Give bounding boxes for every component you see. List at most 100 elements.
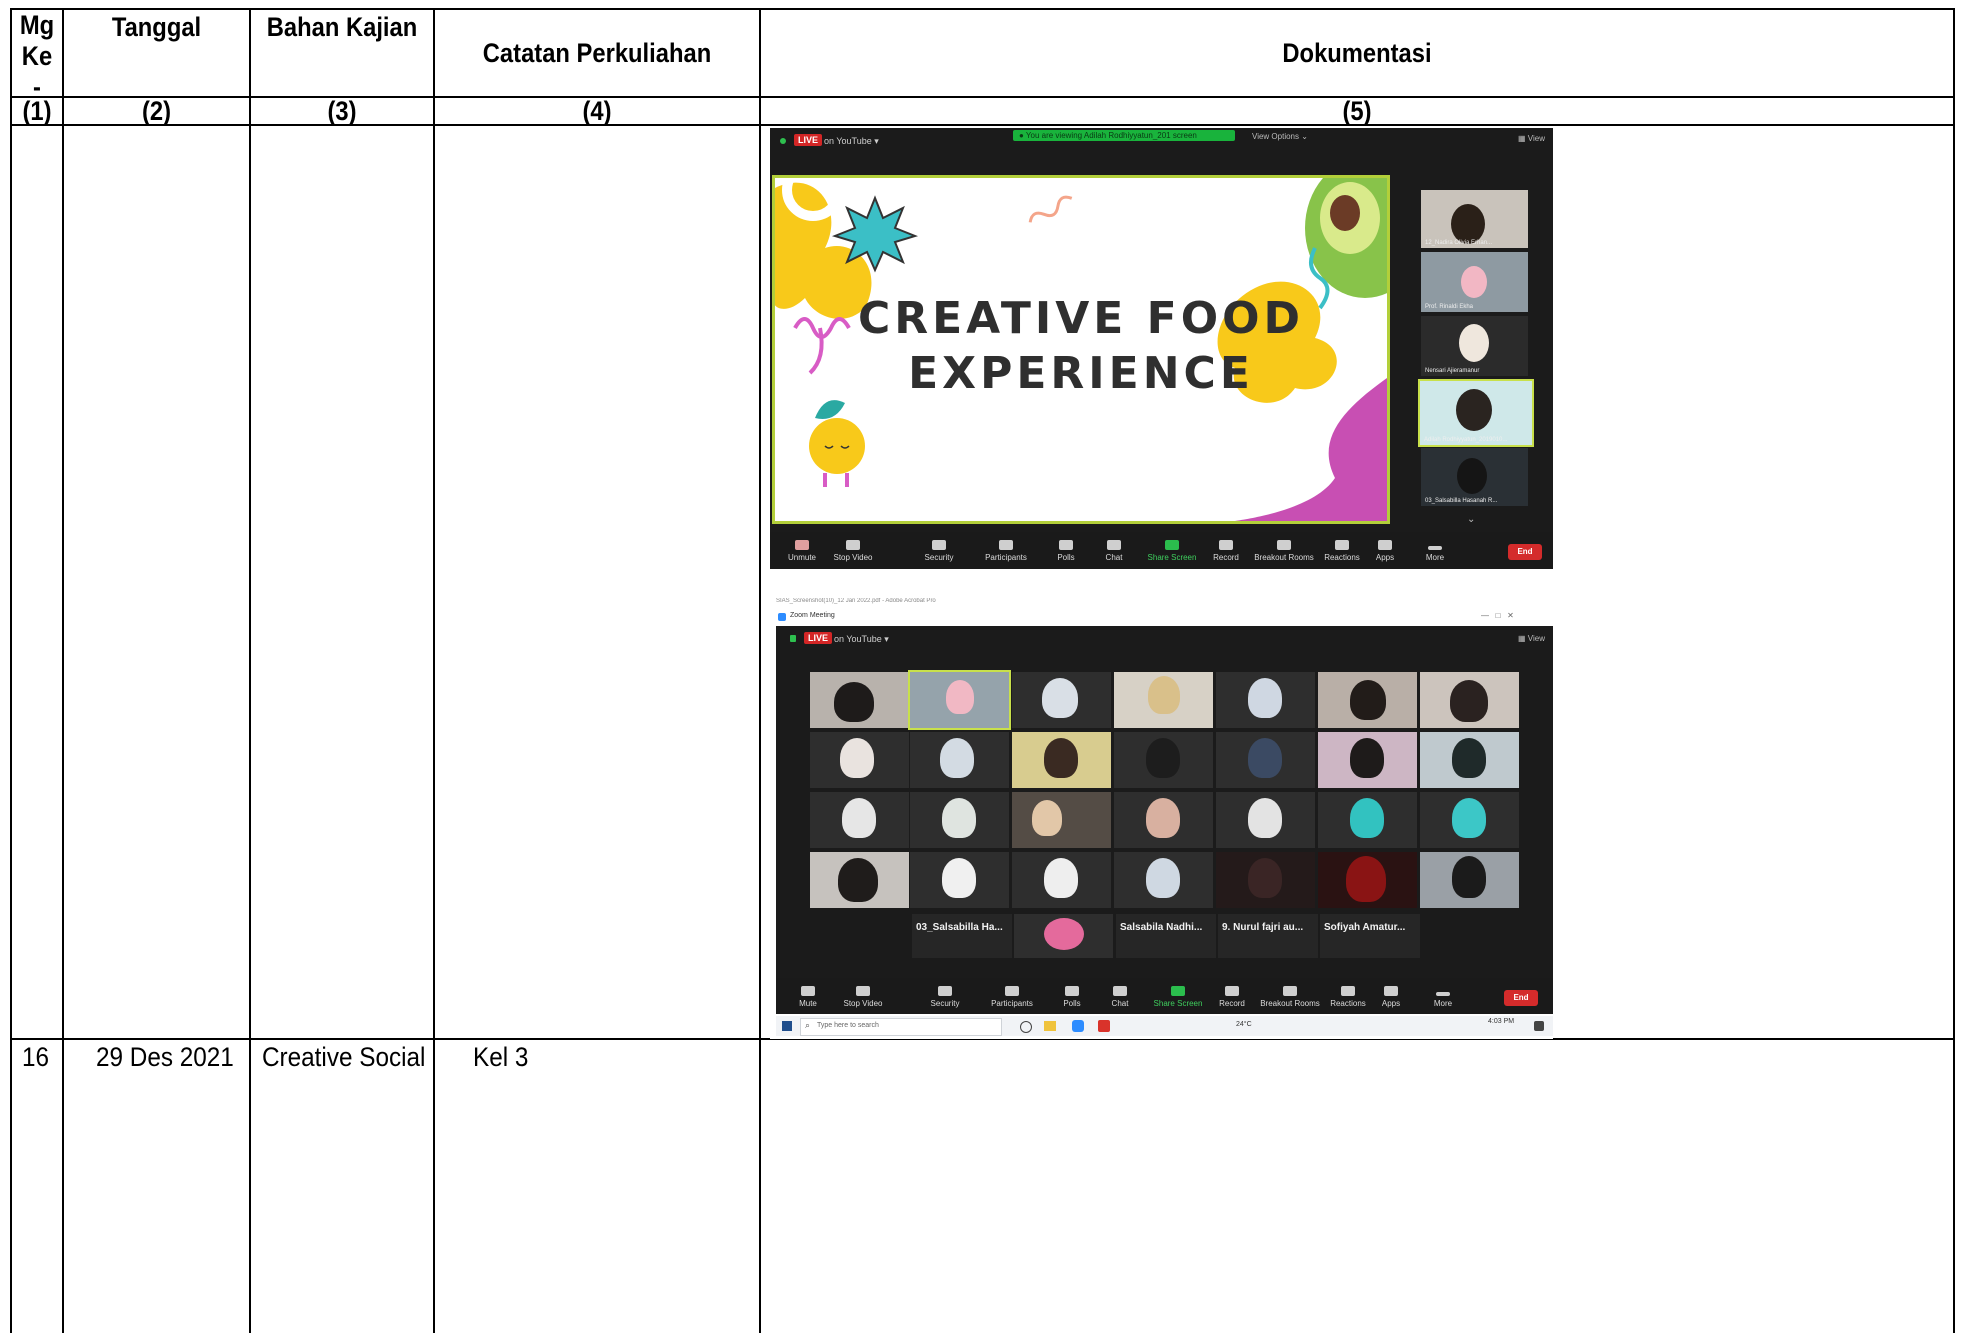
- stop-video-button[interactable]: Stop Video: [828, 540, 878, 562]
- toolbar-label: Mute: [799, 999, 817, 1008]
- participant-thumbnail-active[interactable]: Adilah Rodhiyyatun_2019010...: [1418, 379, 1534, 447]
- participants-button[interactable]: Participants: [976, 540, 1036, 562]
- end-button[interactable]: End: [1508, 544, 1542, 560]
- chevron-down-icon[interactable]: ⌄: [1467, 514, 1475, 525]
- live-badge[interactable]: LIVE: [794, 134, 823, 146]
- more-button[interactable]: More: [1420, 540, 1450, 562]
- youtube-label[interactable]: on YouTube ▾: [824, 136, 879, 147]
- participant-tile[interactable]: [810, 672, 909, 728]
- breakout-rooms-button[interactable]: Breakout Rooms: [1254, 540, 1314, 562]
- security-button[interactable]: Security: [920, 986, 970, 1008]
- security-button[interactable]: Security: [914, 540, 964, 562]
- people-icon: [999, 540, 1013, 550]
- microphone-icon: [801, 986, 815, 996]
- participant-thumbnail[interactable]: Nensari Ajieramanur: [1421, 316, 1528, 376]
- participant-tile[interactable]: [1318, 852, 1417, 908]
- participant-name-tile[interactable]: 03_Salsabilla Ha...: [912, 914, 1012, 958]
- breakout-rooms-button[interactable]: Breakout Rooms: [1260, 986, 1320, 1008]
- thumbnail-name: Nensari Ajieramanur: [1425, 368, 1480, 374]
- avatar: [1350, 798, 1384, 838]
- polls-button[interactable]: Polls: [1048, 540, 1084, 562]
- file-explorer-icon[interactable]: [1044, 1021, 1056, 1031]
- participant-tile[interactable]: [810, 792, 909, 848]
- clock-label[interactable]: 4:03 PM: [1488, 1018, 1514, 1025]
- view-options-button[interactable]: View Options ⌄: [1252, 132, 1308, 141]
- acrobat-window-title: SIAS_Screenshot(10)_12 Jan 2022.pdf - Ad…: [776, 598, 936, 604]
- avatar: [1248, 738, 1282, 778]
- mute-button[interactable]: Mute: [790, 986, 826, 1008]
- participant-thumbnail[interactable]: 03_Salsabilla Hasanah R...: [1421, 448, 1528, 506]
- view-button[interactable]: ▦ View: [1518, 134, 1545, 143]
- participant-tile[interactable]: [1114, 852, 1213, 908]
- reactions-button[interactable]: Reactions: [1326, 986, 1370, 1008]
- participant-thumbnail[interactable]: 12_Nadira Olivia Erhan...: [1421, 190, 1528, 248]
- zoom-taskbar-icon[interactable]: [1072, 1020, 1084, 1032]
- reactions-button[interactable]: Reactions: [1320, 540, 1364, 562]
- participant-tile[interactable]: [1012, 672, 1111, 728]
- toolbar-label: Security: [924, 553, 954, 562]
- window-controls[interactable]: — □ ✕: [1481, 611, 1514, 620]
- participant-thumbnail[interactable]: Prof. Rinaldi Ekha: [1421, 252, 1528, 312]
- participant-tile[interactable]: [1012, 732, 1111, 788]
- participant-tile[interactable]: [1420, 672, 1519, 728]
- participant-tile[interactable]: [1114, 732, 1213, 788]
- view-button[interactable]: ▦ View: [1518, 634, 1545, 643]
- participant-name-tile[interactable]: Sofiyah Amatur...: [1320, 914, 1420, 958]
- participant-tile[interactable]: [1012, 852, 1111, 908]
- live-badge[interactable]: LIVE: [804, 632, 833, 644]
- participant-tile-active[interactable]: [908, 670, 1011, 730]
- toolbar-label: Unmute: [787, 553, 816, 562]
- participant-tile[interactable]: [1420, 792, 1519, 848]
- participant-tile[interactable]: [810, 852, 909, 908]
- search-icon: ⌕: [805, 1020, 811, 1030]
- youtube-label[interactable]: on YouTube ▾: [834, 634, 889, 645]
- record-button[interactable]: Record: [1206, 540, 1246, 562]
- participant-tile[interactable]: [1318, 732, 1417, 788]
- participant-tile[interactable]: [810, 732, 909, 788]
- unmute-button[interactable]: Unmute: [782, 540, 822, 562]
- acrobat-taskbar-icon[interactable]: [1098, 1020, 1110, 1032]
- chat-icon: [1107, 540, 1121, 550]
- end-button[interactable]: End: [1504, 990, 1538, 1006]
- participant-tile[interactable]: [1318, 672, 1417, 728]
- participants-button[interactable]: Participants: [982, 986, 1042, 1008]
- participant-name-tile[interactable]: 9. Nurul fajri au...: [1218, 914, 1318, 958]
- participant-tile[interactable]: [910, 732, 1009, 788]
- task-view-icon[interactable]: [1020, 1021, 1032, 1033]
- weather-label[interactable]: 24°C: [1236, 1021, 1252, 1028]
- participant-tile[interactable]: [1114, 672, 1213, 728]
- chat-button[interactable]: Chat: [1096, 540, 1132, 562]
- taskbar-search-box[interactable]: ⌕ Type here to search: [800, 1018, 1002, 1036]
- participant-tile[interactable]: [1012, 792, 1111, 848]
- participant-tile[interactable]: [1216, 732, 1315, 788]
- apps-button[interactable]: Apps: [1376, 986, 1406, 1008]
- zoom-gallery-window: LIVE on YouTube ▾ ▦ View 03_Salsabilla H…: [776, 626, 1553, 1014]
- participant-tile[interactable]: [910, 792, 1009, 848]
- avatar: [1457, 458, 1487, 494]
- chat-button[interactable]: Chat: [1102, 986, 1138, 1008]
- video-icon: [846, 540, 860, 550]
- participant-tile[interactable]: [1420, 732, 1519, 788]
- windows-start-icon[interactable]: [782, 1021, 792, 1031]
- more-button[interactable]: More: [1428, 986, 1458, 1008]
- share-screen-button[interactable]: Share Screen: [1148, 986, 1208, 1008]
- notification-icon[interactable]: [1534, 1021, 1544, 1031]
- participant-tile[interactable]: [1114, 792, 1213, 848]
- participant-tile[interactable]: [1318, 792, 1417, 848]
- participant-tile[interactable]: [1216, 792, 1315, 848]
- screen-share-banner: ● You are viewing Adilah Rodhiyyatun_201…: [1013, 130, 1235, 141]
- polls-button[interactable]: Polls: [1054, 986, 1090, 1008]
- participant-tile[interactable]: [910, 852, 1009, 908]
- participant-tile[interactable]: [1420, 852, 1519, 908]
- record-button[interactable]: Record: [1212, 986, 1252, 1008]
- header-mg-line1: Mg: [19, 10, 55, 40]
- share-screen-button[interactable]: Share Screen: [1142, 540, 1202, 562]
- apps-button[interactable]: Apps: [1370, 540, 1400, 562]
- participant-tile[interactable]: [1216, 672, 1315, 728]
- people-icon: [1005, 986, 1019, 996]
- avatar: [1248, 858, 1282, 898]
- stop-video-button[interactable]: Stop Video: [838, 986, 888, 1008]
- participant-tile[interactable]: [1014, 914, 1113, 958]
- participant-name-tile[interactable]: Salsabila Nadhi...: [1116, 914, 1216, 958]
- participant-tile[interactable]: [1216, 852, 1315, 908]
